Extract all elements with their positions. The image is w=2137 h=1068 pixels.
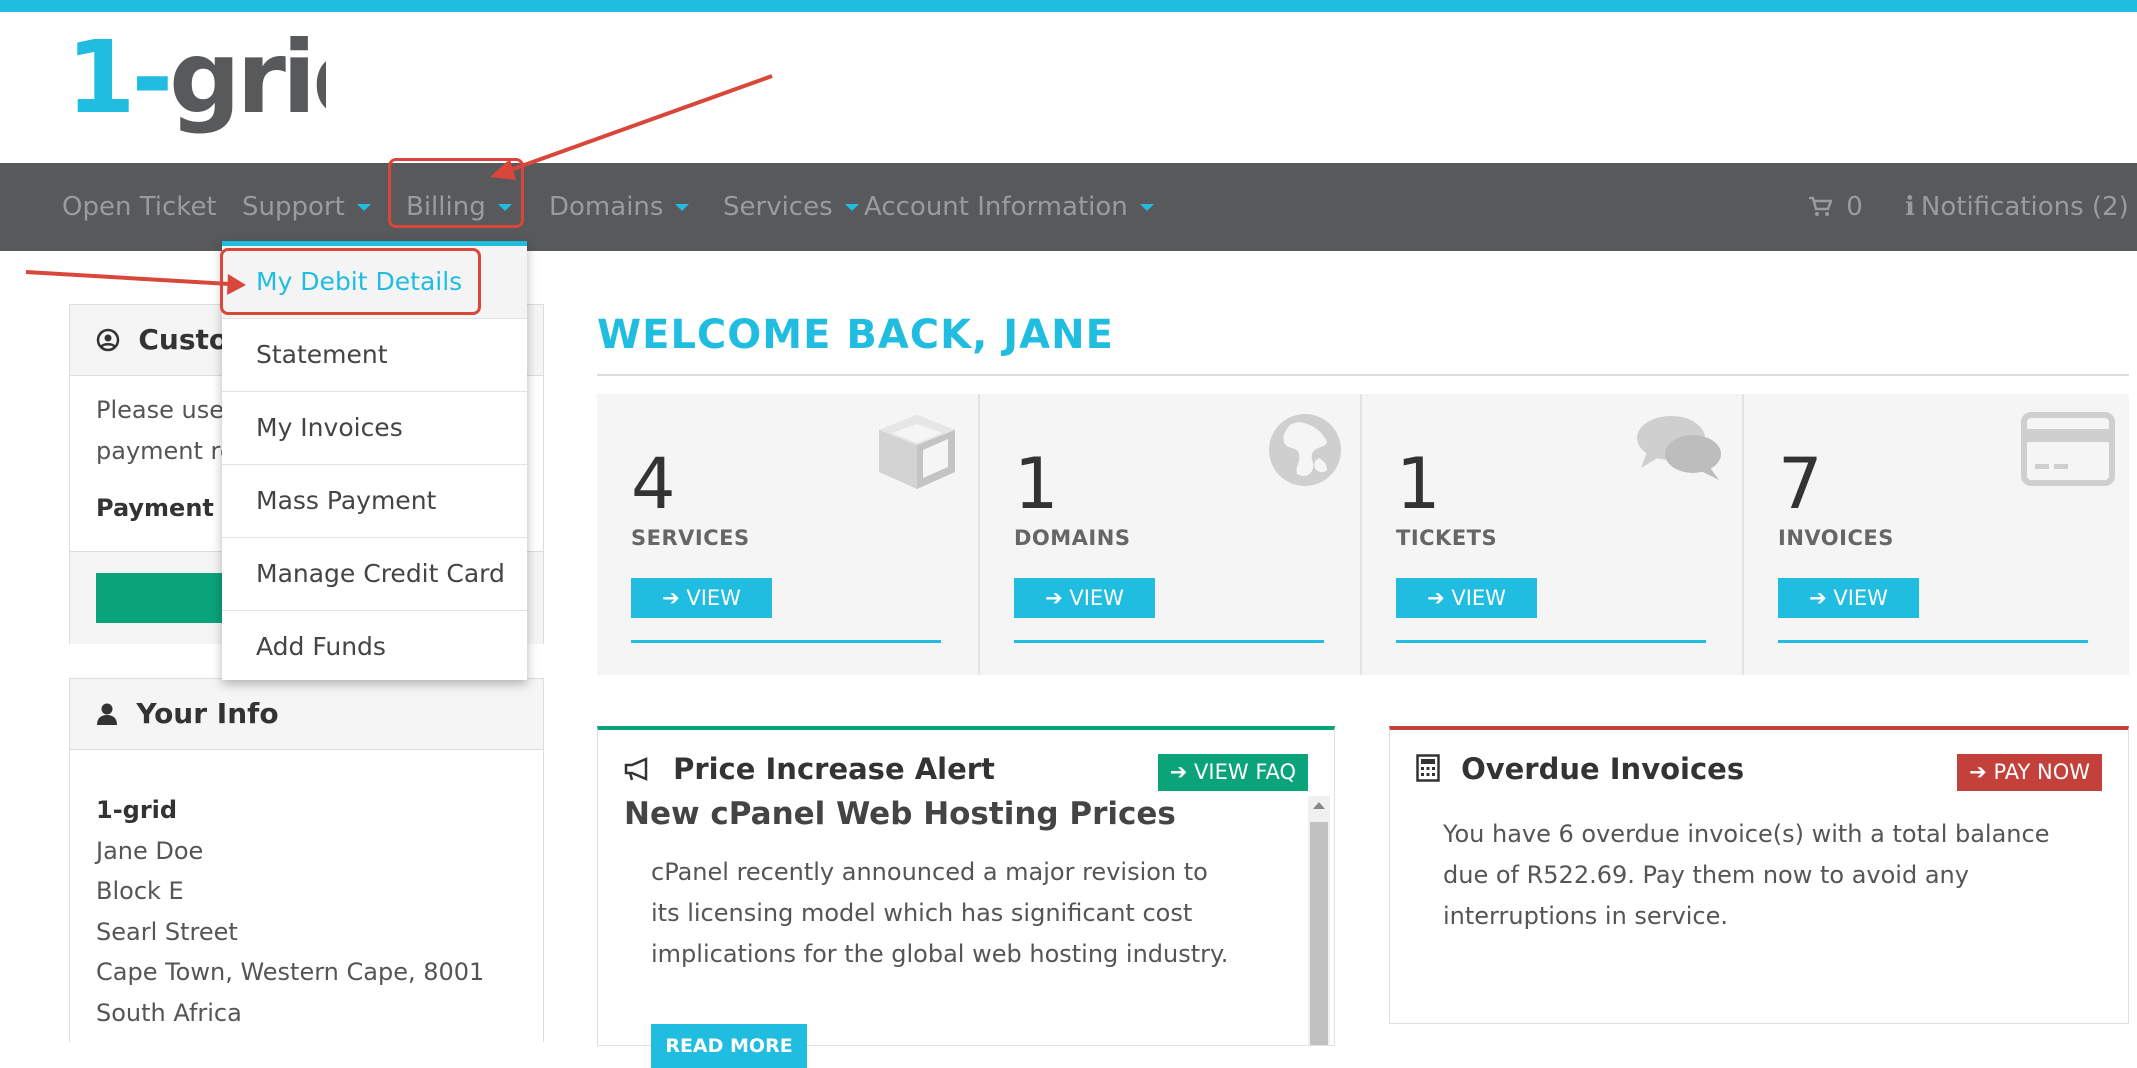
annotation-arrow-to-debit-details — [25, 270, 231, 286]
annotation-arrowhead-debit-details — [227, 274, 246, 295]
annotation-arrows — [25, 74, 773, 295]
annotation-arrowhead-billing — [490, 159, 516, 180]
annotation-arrow-to-billing — [504, 74, 773, 174]
